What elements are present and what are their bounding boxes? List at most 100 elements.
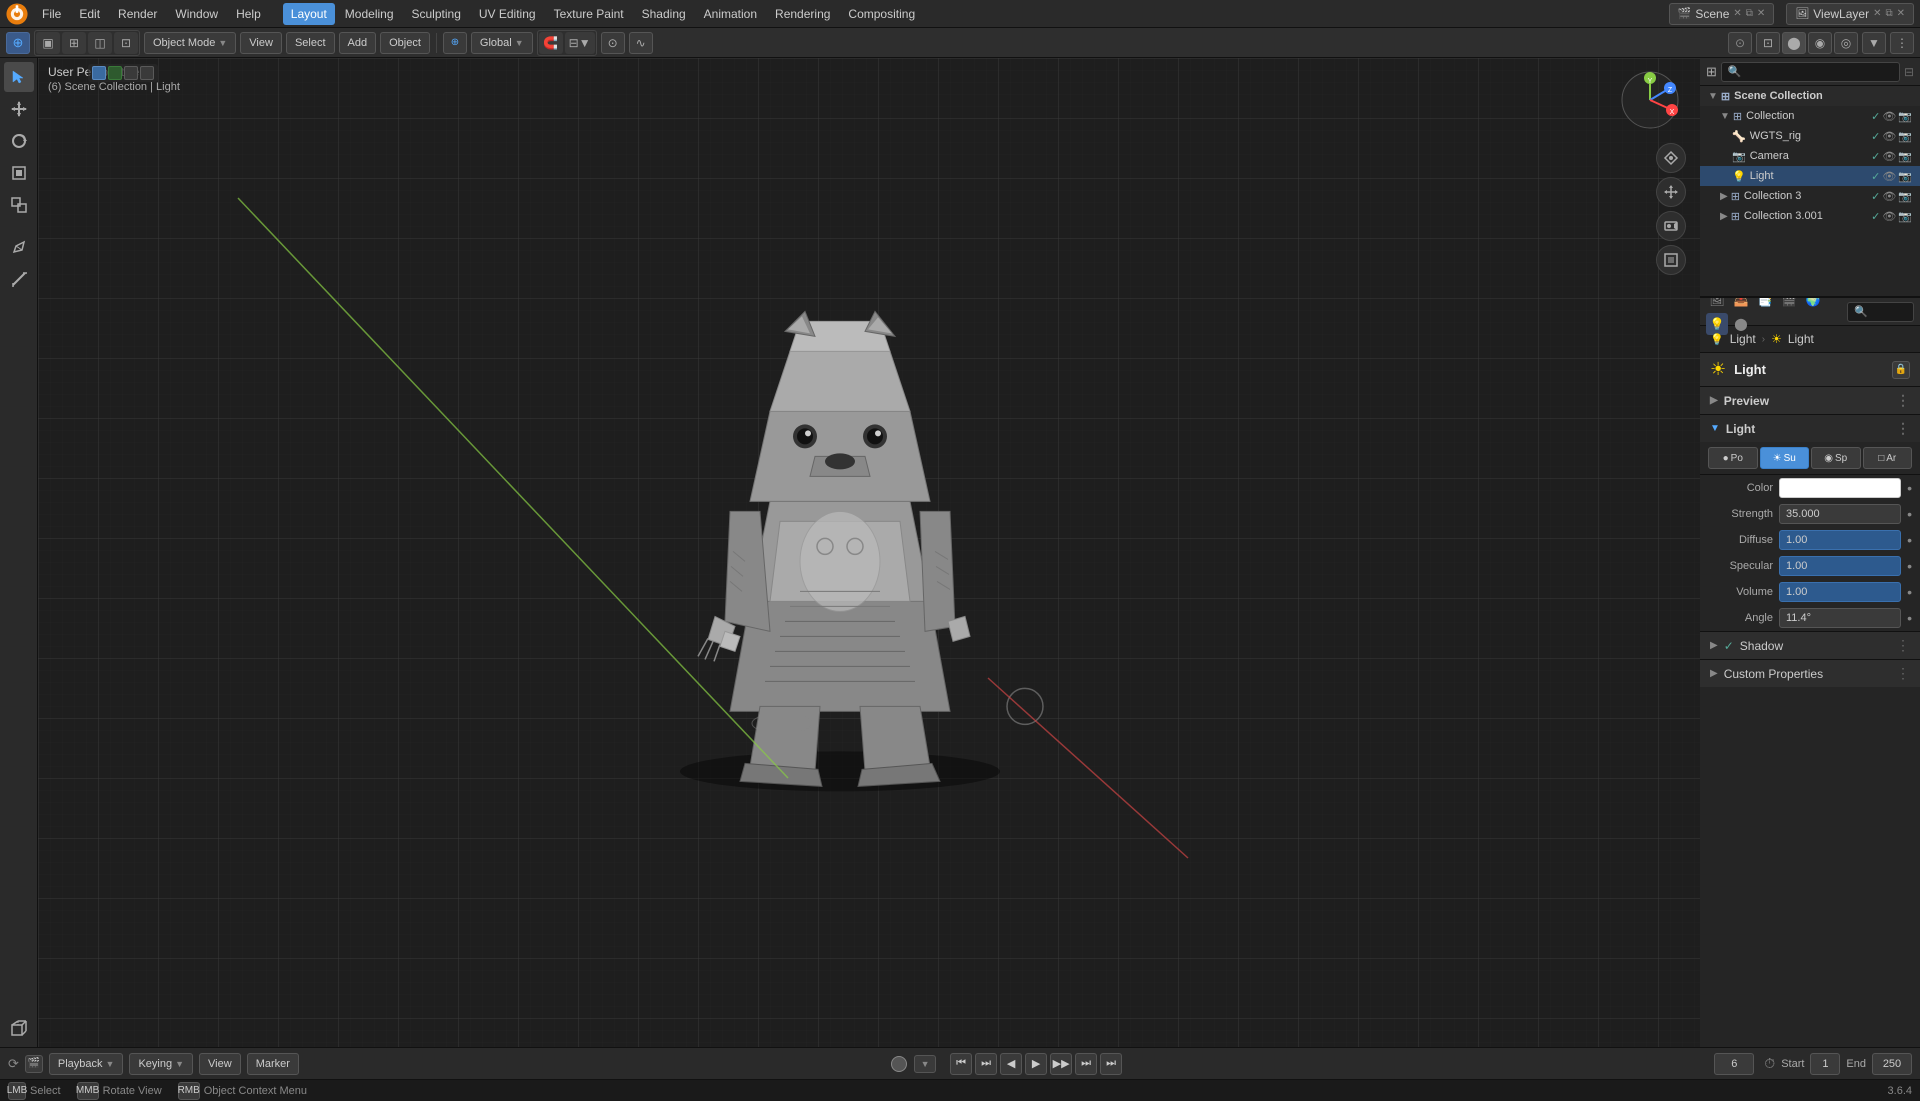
shadow-menu[interactable]: ⋮: [1896, 637, 1910, 654]
camera-view-btn[interactable]: [1656, 211, 1686, 241]
mmb-key[interactable]: MMB: [77, 1082, 99, 1100]
menu-render[interactable]: Render: [110, 3, 165, 25]
filter-icon[interactable]: ⊟: [1904, 65, 1914, 79]
icon-square2[interactable]: ⊞: [62, 32, 86, 54]
view-btn[interactable]: View: [240, 32, 282, 54]
play-btn[interactable]: ▶: [1025, 1053, 1047, 1075]
current-frame[interactable]: 6: [1714, 1053, 1754, 1075]
menu-help[interactable]: Help: [228, 3, 269, 25]
wgts-cam[interactable]: 📷: [1898, 130, 1912, 143]
viewport[interactable]: User Perspective (6) Scene Collection | …: [38, 58, 1700, 1047]
diffuse-value[interactable]: 1.00: [1779, 530, 1901, 550]
display-overlay-btn[interactable]: ⊙: [1728, 32, 1752, 54]
object-btn[interactable]: Object: [380, 32, 430, 54]
jump-next-keyframe-btn[interactable]: ⏭: [1075, 1053, 1097, 1075]
add-btn[interactable]: Add: [339, 32, 377, 54]
prop-tab-scene[interactable]: 🎬: [1778, 298, 1800, 311]
jump-prev-keyframe-btn[interactable]: ⏭: [975, 1053, 997, 1075]
menu-edit[interactable]: Edit: [71, 3, 108, 25]
mode-selector[interactable]: Object Mode ▼: [144, 32, 236, 54]
outliner-search-input[interactable]: 🔍: [1721, 62, 1900, 82]
menu-file[interactable]: File: [34, 3, 69, 25]
eye-icon[interactable]: 👁: [1882, 110, 1896, 123]
tab-rendering[interactable]: Rendering: [767, 3, 838, 25]
wgts-check[interactable]: ✓: [1871, 130, 1880, 143]
render-region-btn[interactable]: [1656, 245, 1686, 275]
tab-compositing[interactable]: Compositing: [840, 3, 923, 25]
light-section-menu[interactable]: ⋮: [1896, 420, 1910, 437]
angle-dot[interactable]: •: [1907, 610, 1912, 626]
playback-btn[interactable]: Playback ▼: [49, 1053, 124, 1075]
strength-dot[interactable]: •: [1907, 506, 1912, 522]
scene-icon-btn[interactable]: 🎬: [25, 1055, 43, 1073]
light-type-sun[interactable]: ☀ Su: [1760, 447, 1810, 469]
add-cube-tool[interactable]: [4, 1013, 34, 1043]
strength-value[interactable]: 35.000: [1779, 504, 1901, 524]
color-picker[interactable]: [1779, 478, 1901, 498]
icon-square3[interactable]: ◫: [88, 32, 112, 54]
cam-cam[interactable]: 📷: [1898, 150, 1912, 163]
volume-dot[interactable]: •: [1907, 584, 1912, 600]
diffuse-dot[interactable]: •: [1907, 532, 1912, 548]
col3001-cam[interactable]: 📷: [1898, 210, 1912, 223]
cam-eye[interactable]: 👁: [1882, 150, 1896, 163]
tab-shading[interactable]: Shading: [634, 3, 694, 25]
col3001-check[interactable]: ✓: [1871, 210, 1880, 223]
move-tool[interactable]: [4, 94, 34, 124]
tab-texture-paint[interactable]: Texture Paint: [546, 3, 632, 25]
keying-btn[interactable]: Keying ▼: [129, 1053, 193, 1075]
proportional-falloff-btn[interactable]: ∿: [629, 32, 653, 54]
color-dot[interactable]: •: [1907, 480, 1912, 496]
viewport-shading-solid[interactable]: ⬤: [1782, 32, 1806, 54]
visibility-check[interactable]: ✓: [1871, 110, 1880, 123]
jump-end-btn[interactable]: ⏭: [1100, 1053, 1122, 1075]
wgts-eye[interactable]: 👁: [1882, 130, 1896, 143]
cursor-tool-btn[interactable]: ⊕: [6, 32, 30, 54]
prop-tab-render[interactable]: 🖼: [1706, 298, 1728, 311]
start-frame[interactable]: 1: [1810, 1053, 1840, 1075]
tab-uv-editing[interactable]: UV Editing: [471, 3, 544, 25]
col3001-eye[interactable]: 👁: [1882, 210, 1896, 223]
col3-check[interactable]: ✓: [1871, 190, 1880, 203]
axis-gizmo[interactable]: Y Z X: [1620, 70, 1680, 130]
prop-tab-view-layer[interactable]: 📑: [1754, 298, 1776, 311]
play-back-btn[interactable]: ◀: [1000, 1053, 1022, 1075]
select-btn[interactable]: Select: [286, 32, 335, 54]
measure-tool[interactable]: [4, 264, 34, 294]
proportional-edit-btn[interactable]: ⊙: [601, 32, 625, 54]
viewport-shading-render[interactable]: ◎: [1834, 32, 1858, 54]
tab-modeling[interactable]: Modeling: [337, 3, 402, 25]
rotate-tool[interactable]: [4, 126, 34, 156]
light-cam[interactable]: 📷: [1898, 170, 1912, 183]
outliner-item-col3001[interactable]: ▶ ⊞ Collection 3.001 ✓ 👁 📷: [1700, 206, 1920, 226]
light-check[interactable]: ✓: [1871, 170, 1880, 183]
snap-btn[interactable]: 🧲: [539, 32, 563, 54]
custom-props-menu[interactable]: ⋮: [1896, 665, 1910, 682]
preview-menu[interactable]: ⋮: [1896, 392, 1910, 409]
zoom-to-selection-btn[interactable]: [1656, 143, 1686, 173]
light-type-spot[interactable]: ◉ Sp: [1811, 447, 1861, 469]
record-dot[interactable]: [891, 1056, 907, 1072]
transform-orientation-btn[interactable]: ⊕: [443, 32, 467, 54]
shadow-checkbox[interactable]: ✓: [1724, 639, 1734, 653]
scene-collection-header[interactable]: ▼ ⊞ Scene Collection: [1700, 86, 1920, 106]
angle-value[interactable]: 11.4°: [1779, 608, 1901, 628]
scene-selector[interactable]: 🎬 Scene ✕ ⧉ ✕: [1669, 3, 1775, 25]
jump-start-btn[interactable]: ⏮: [950, 1053, 972, 1075]
select-tool[interactable]: [4, 62, 34, 92]
editor-type-btn[interactable]: ⋮: [1890, 32, 1914, 54]
tab-animation[interactable]: Animation: [696, 3, 765, 25]
prop-tab-world[interactable]: 🌍: [1802, 298, 1824, 311]
transform-label[interactable]: Global ▼: [471, 32, 533, 54]
prop-tab-output[interactable]: 📤: [1730, 298, 1752, 311]
outliner-item-wgts[interactable]: 🦴 WGTS_rig ✓ 👁 📷: [1700, 126, 1920, 146]
tab-layout[interactable]: Layout: [283, 3, 335, 25]
cam-check[interactable]: ✓: [1871, 150, 1880, 163]
outliner-item-light[interactable]: 💡 Light ✓ 👁 📷: [1700, 166, 1920, 186]
light-type-point[interactable]: ● Po: [1708, 447, 1758, 469]
volume-value[interactable]: 1.00: [1779, 582, 1901, 602]
light-eye[interactable]: 👁: [1882, 170, 1896, 183]
shadow-header[interactable]: ▶ ✓ Shadow ⋮: [1700, 632, 1920, 659]
specular-dot[interactable]: •: [1907, 558, 1912, 574]
play-forward-btn[interactable]: ▶▶: [1050, 1053, 1072, 1075]
